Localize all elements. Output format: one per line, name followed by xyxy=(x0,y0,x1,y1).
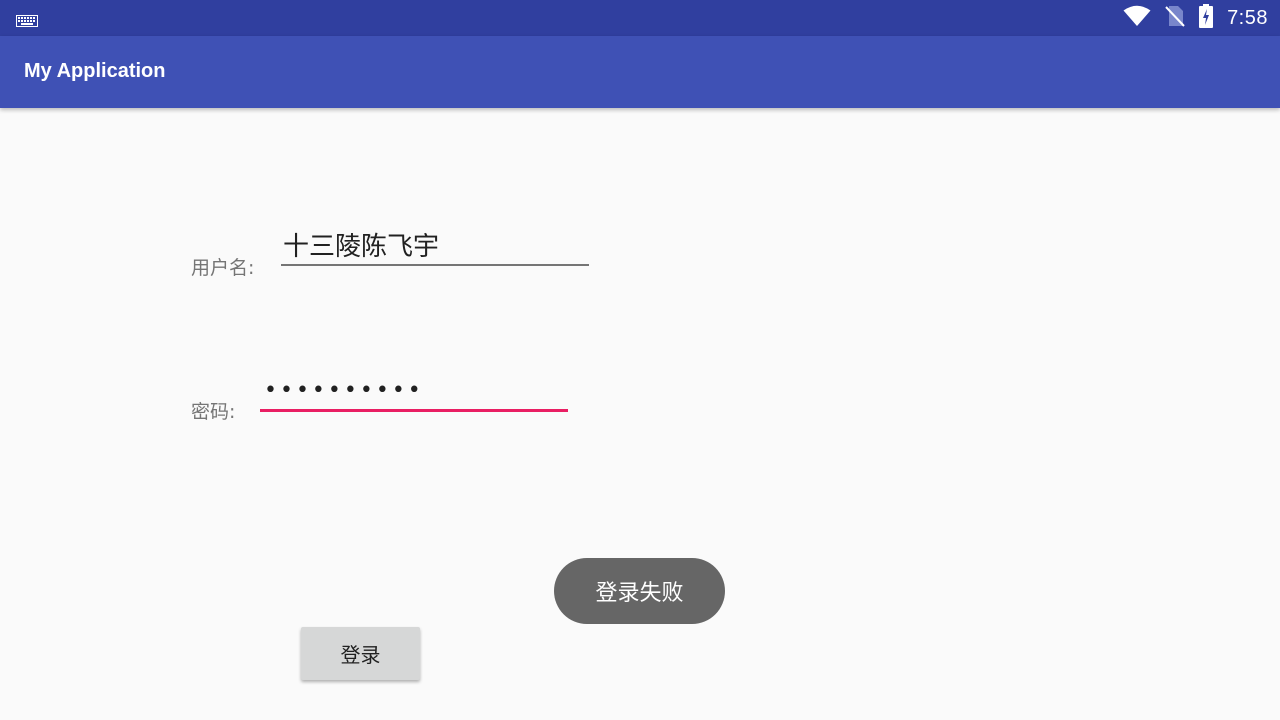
app-bar: My Application xyxy=(0,36,1280,108)
no-sim-icon xyxy=(1165,5,1185,31)
screen: 7:58 My Application 用户名: 十三陵陈飞宇 密码: ••••… xyxy=(0,0,1280,720)
app-title: My Application xyxy=(24,60,166,82)
status-icons: 7:58 xyxy=(1123,0,1268,36)
password-underline xyxy=(260,409,568,412)
toast-message: 登录失败 xyxy=(554,558,725,624)
username-underline xyxy=(281,264,589,266)
username-field[interactable]: 十三陵陈飞宇 xyxy=(281,226,589,266)
username-label: 用户名: xyxy=(191,257,255,279)
keyboard-icon xyxy=(16,12,38,31)
wifi-icon xyxy=(1123,5,1151,31)
password-mask: •••••••••• xyxy=(264,378,424,403)
login-button[interactable]: 登录 xyxy=(301,627,420,680)
password-label: 密码: xyxy=(191,401,236,423)
username-value: 十三陵陈飞宇 xyxy=(283,232,440,262)
battery-charging-icon xyxy=(1199,4,1214,32)
password-field[interactable]: •••••••••• xyxy=(260,372,568,412)
status-clock: 7:58 xyxy=(1227,6,1268,29)
status-bar: 7:58 xyxy=(0,0,1280,36)
